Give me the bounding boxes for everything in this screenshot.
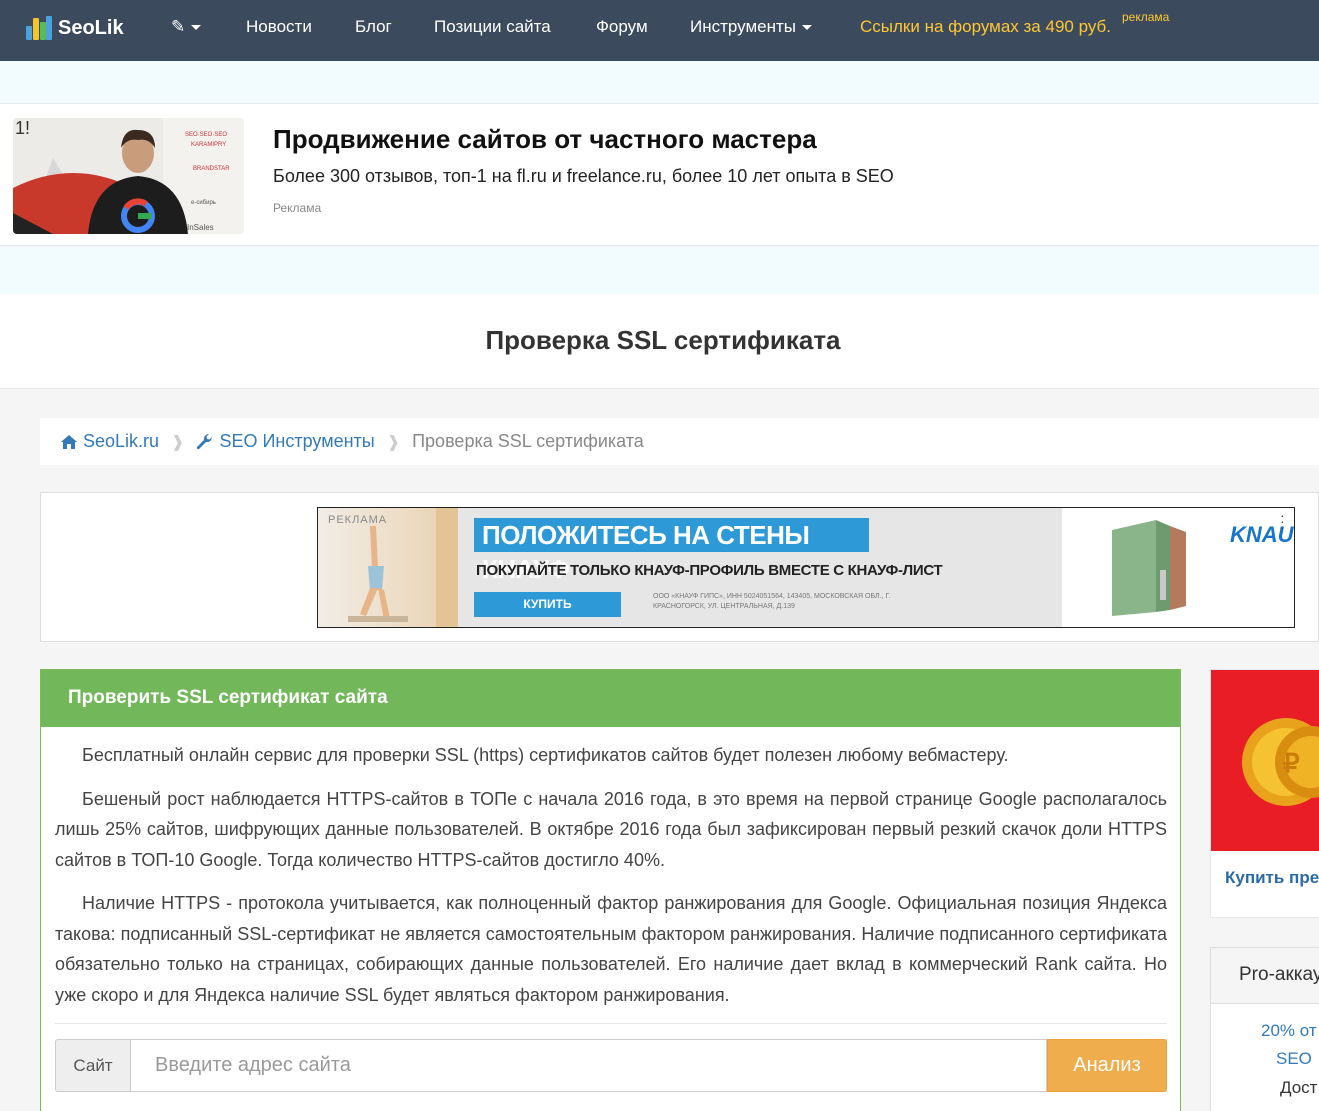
sidebar-promo[interactable]: ₽ Купить пре: [1210, 669, 1319, 918]
breadcrumb-home-label: SeoLik.ru: [83, 431, 160, 451]
breadcrumb-separator: ❱: [171, 433, 185, 451]
nav-ad-tag: реклама: [1122, 10, 1170, 24]
breadcrumb-home[interactable]: SeoLik.ru: [60, 431, 159, 452]
svg-text:KARAMIPRY: KARAMIPRY: [191, 142, 226, 148]
nav-item-positions[interactable]: Позиции сайта: [434, 17, 551, 37]
description-paragraph: Бесплатный онлайн сервис для проверки SS…: [82, 745, 1009, 765]
breadcrumb-current: Проверка SSL сертификата: [412, 431, 644, 451]
pro-line-discount[interactable]: 20% от: [1261, 1021, 1317, 1041]
nav-item-forum[interactable]: Форум: [596, 17, 648, 37]
promo-ad-block[interactable]: SEO·SEO·SEO KARAMIPRY BRANDSTAR e-сибирь…: [0, 103, 1319, 246]
description-paragraph: Бешеный рост наблюдается HTTPS-сайтов в …: [55, 788, 1167, 870]
breadcrumb-tools[interactable]: SEO Инструменты: [196, 431, 375, 452]
buy-premium-link[interactable]: Купить пре: [1225, 868, 1319, 888]
ad-options-icon[interactable]: · · ·: [1280, 508, 1285, 534]
analyze-button[interactable]: Анализ: [1047, 1039, 1167, 1092]
chevron-down-icon: [802, 25, 813, 31]
promo-ad-tag: Реклама: [273, 201, 322, 215]
svg-text:e-сибирь: e-сибирь: [191, 200, 216, 206]
site-check-form: Сайт Анализ: [55, 1039, 1167, 1092]
chevron-down-icon: [191, 25, 202, 31]
ad-label: РЕКЛАМА: [328, 514, 388, 526]
nav-item-tools-label: Инструменты: [690, 17, 797, 36]
breadcrumb: SeoLik.ru ❱ SEO Инструменты ❱ Проверка S…: [40, 418, 1319, 465]
description-paragraph: Наличие HTTPS - протокола учитывается, к…: [55, 893, 1167, 1005]
breadcrumb-separator: ❱: [386, 433, 401, 451]
knauf-logo: KNAUF: [1230, 522, 1294, 547]
svg-text:InSales: InSales: [187, 223, 214, 232]
spacer-band: [0, 61, 1319, 103]
spacer-band: [0, 247, 1319, 294]
ad-legal-text: ООО «КНАУФ ГИПС», ИНН 5024051564, 143405…: [653, 593, 891, 610]
svg-text:SEO·SEO·SEO: SEO·SEO·SEO: [185, 132, 227, 138]
svg-text:₽: ₽: [1283, 748, 1300, 778]
panel-description: Бесплатный онлайн сервис для проверки SS…: [55, 740, 1167, 1023]
divider: [55, 1023, 1167, 1024]
pro-line-access: Дост: [1280, 1078, 1318, 1097]
pro-line-seo[interactable]: SEO: [1276, 1049, 1312, 1069]
logo-icon: [24, 14, 52, 42]
ad-product-area: KNAUF ···: [1062, 508, 1294, 627]
top-navbar: SeoLik ✎ Новости Блог Позиции сайта Фору…: [0, 0, 1319, 61]
page-header: Проверка SSL сертификата: [0, 294, 1319, 389]
ssl-check-panel: Проверить SSL сертификат сайта Бесплатны…: [40, 669, 1181, 1111]
pro-account-title: Pro-аккау: [1211, 948, 1319, 1004]
ad-subline: ПОКУПАЙТЕ ТОЛЬКО КНАУФ-ПРОФИЛЬ ВМЕСТЕ С …: [476, 562, 943, 579]
svg-text:1!: 1!: [15, 118, 30, 138]
pin-menu-dropdown[interactable]: ✎: [171, 17, 202, 37]
sidebar-pro-account: Pro-аккау 20% от SEO Дост: [1210, 947, 1319, 1111]
promo-image: SEO·SEO·SEO KARAMIPRY BRANDSTAR e-сибирь…: [13, 118, 244, 234]
knauf-ad-banner[interactable]: РЕКЛАМА ПОЛОЖИТЕСЬ НА СТЕНЫ КНАУФ ПОКУПА…: [317, 507, 1295, 628]
page-title: Проверка SSL сертификата: [485, 325, 841, 355]
site-logo[interactable]: SeoLik: [24, 14, 124, 42]
site-url-input[interactable]: [130, 1039, 1047, 1092]
svg-text:BRANDSTAR: BRANDSTAR: [193, 166, 230, 172]
logo-text: SeoLik: [58, 16, 124, 39]
promo-title[interactable]: Продвижение сайтов от частного мастера: [273, 124, 817, 155]
wrench-icon: [197, 433, 213, 449]
nav-item-blog[interactable]: Блог: [355, 17, 392, 37]
ad-buy-button[interactable]: КУПИТЬ: [474, 592, 621, 617]
home-icon: [61, 434, 77, 449]
nav-ad-link[interactable]: Ссылки на форумах за 490 руб.: [860, 17, 1111, 37]
ad-headline: ПОЛОЖИТЕСЬ НА СТЕНЫ КНАУФ: [474, 518, 869, 584]
sidebar-promo-image: ₽: [1211, 670, 1319, 851]
site-input-addon: Сайт: [55, 1039, 130, 1092]
nav-item-tools[interactable]: Инструменты: [690, 17, 813, 37]
breadcrumb-tools-label: SEO Инструменты: [219, 431, 375, 451]
pin-icon: ✎: [171, 17, 186, 36]
plasterboard-image: [1112, 520, 1186, 616]
panel-title: Проверить SSL сертификат сайта: [41, 670, 1180, 727]
nav-item-news[interactable]: Новости: [246, 17, 312, 37]
ad-box: РЕКЛАМА ПОЛОЖИТЕСЬ НА СТЕНЫ КНАУФ ПОКУПА…: [40, 492, 1319, 642]
promo-subtitle: Более 300 отзывов, топ-1 на fl.ru и free…: [273, 166, 894, 186]
